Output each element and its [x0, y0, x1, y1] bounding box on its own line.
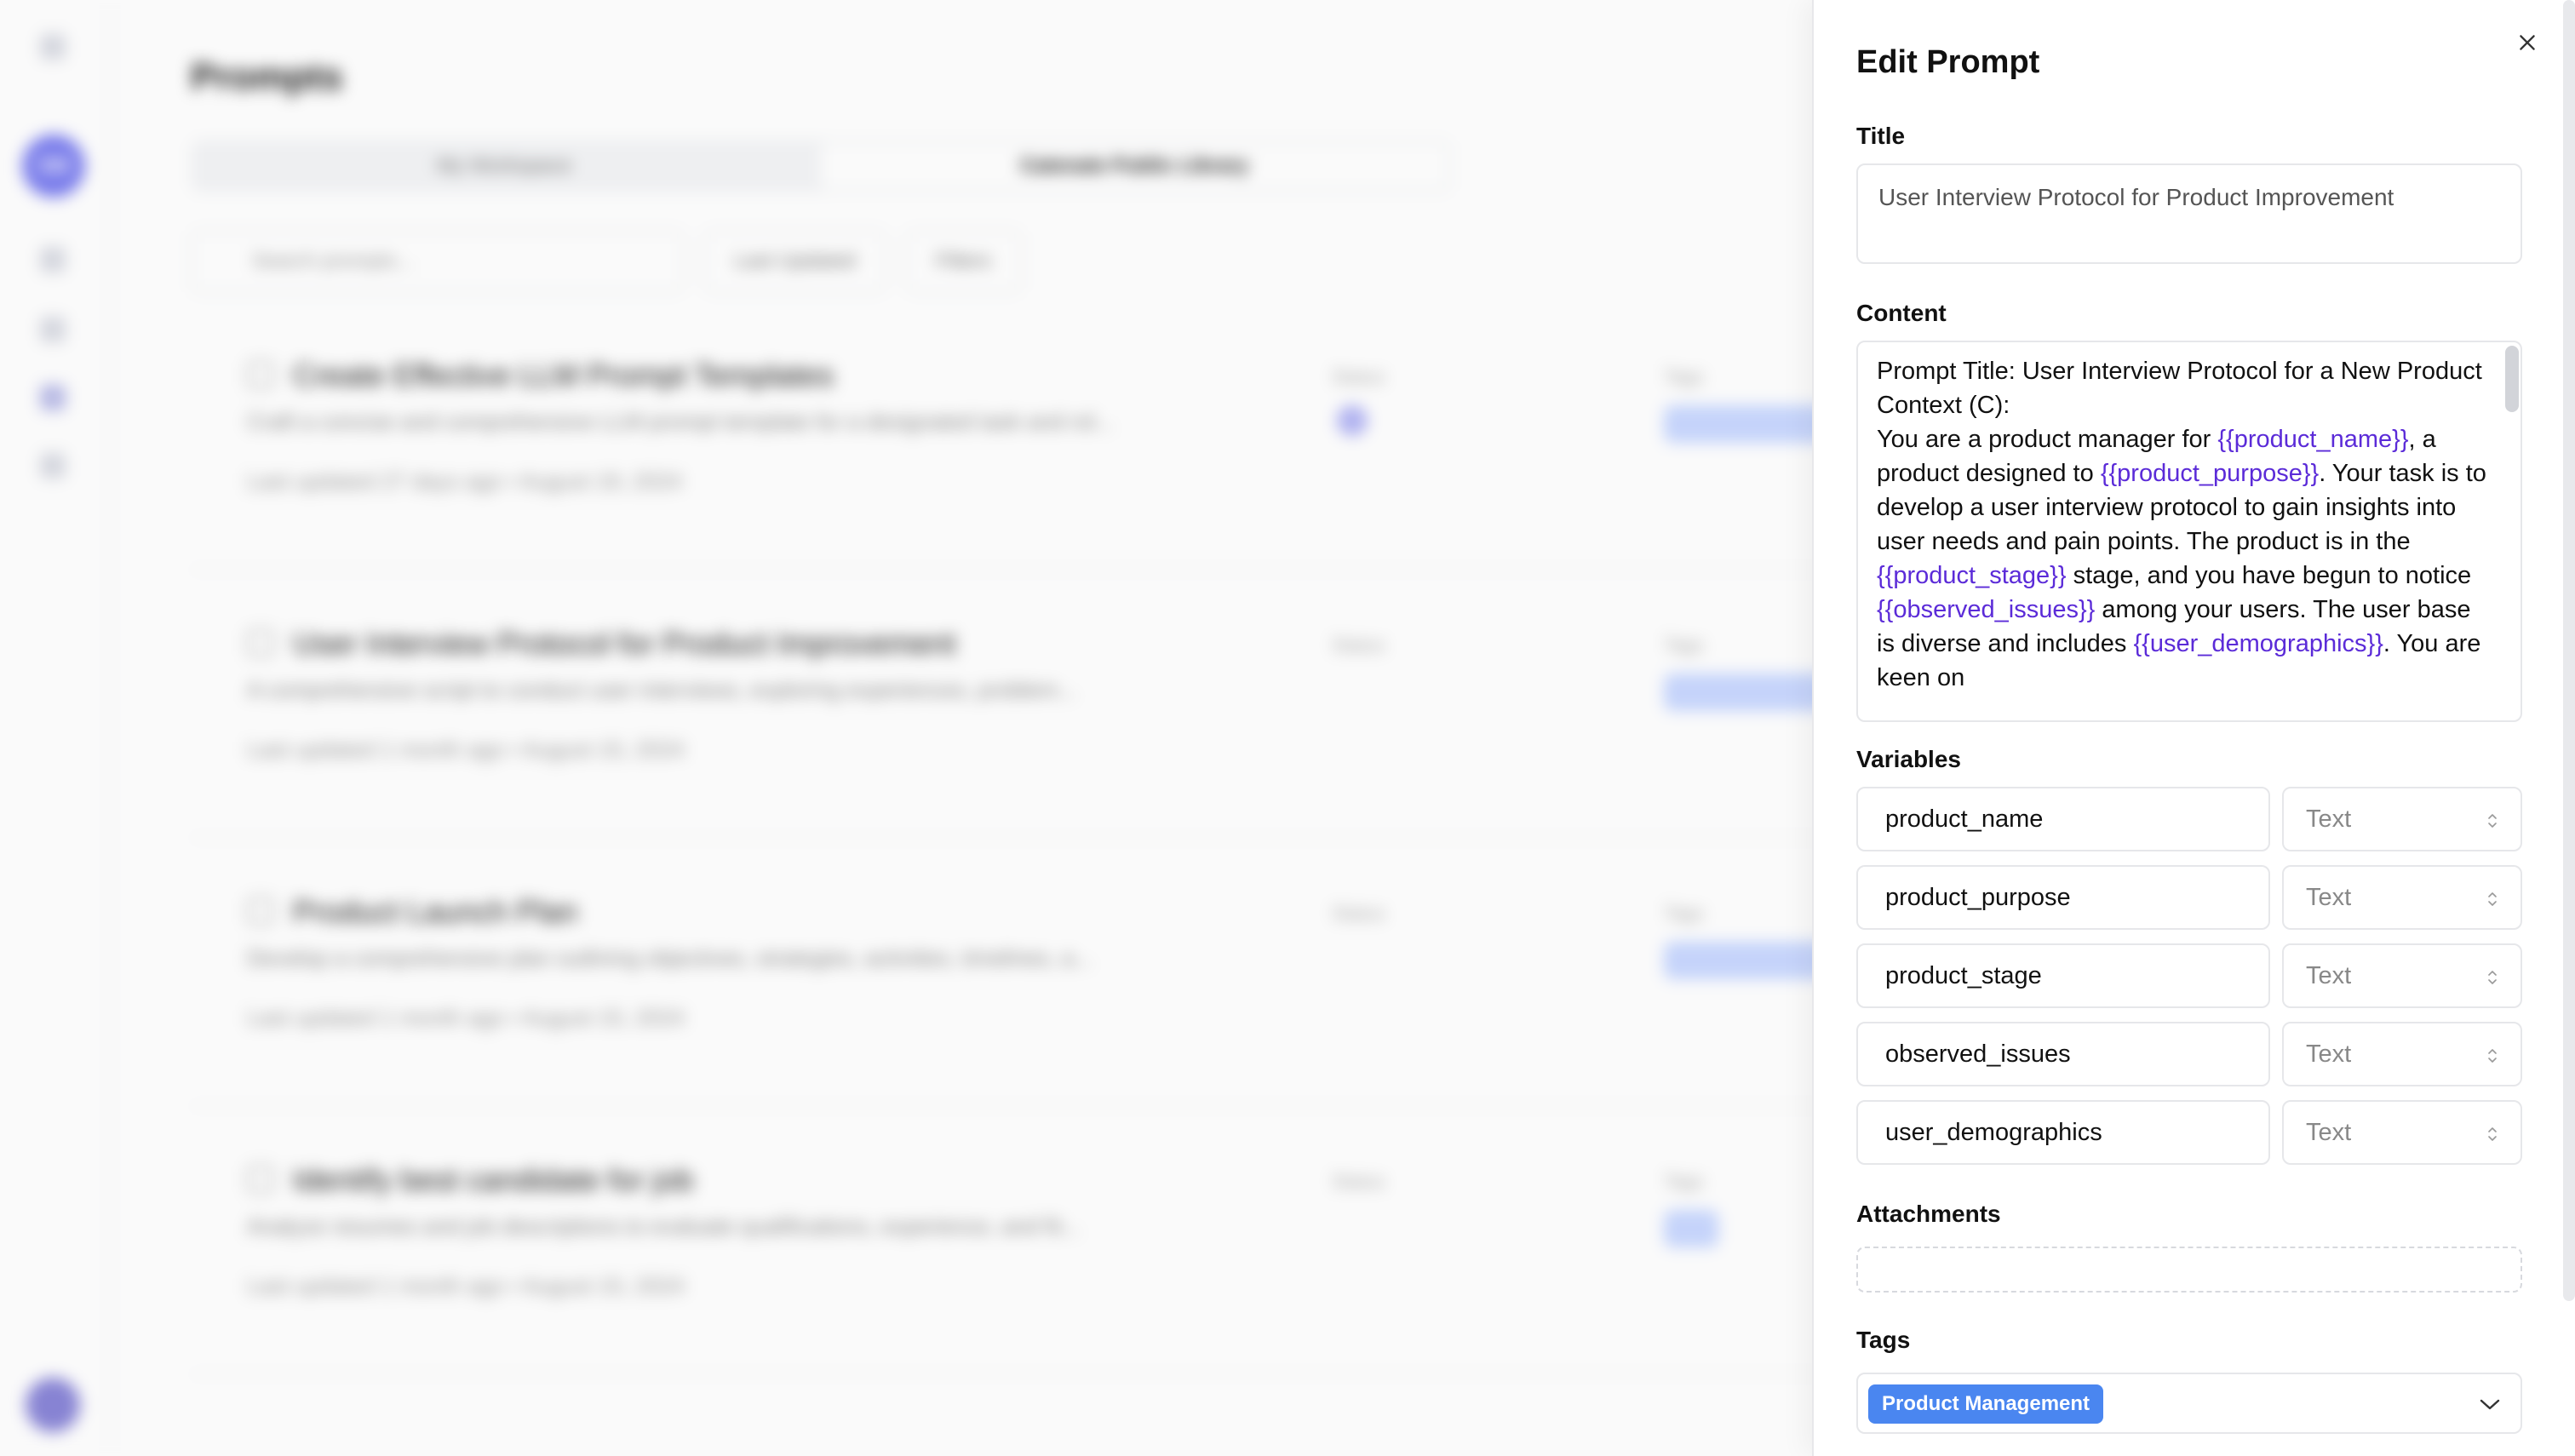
close-icon	[2520, 35, 2535, 50]
content-text: Prompt Title: User Interview Protocol fo…	[1858, 342, 2505, 695]
attachments-dropzone[interactable]	[1856, 1247, 2522, 1293]
variable-name-input[interactable]: observed_issues	[1856, 1022, 2270, 1086]
variable-name-input[interactable]: user_demographics	[1856, 1100, 2270, 1165]
content-text-run: You are a product manager for	[1877, 426, 2218, 453]
variable-row: product_stage Text	[1856, 943, 2522, 1008]
variable-row: observed_issues Text	[1856, 1022, 2522, 1086]
content-label: Content	[1856, 300, 1947, 326]
variable-name-input[interactable]: product_purpose	[1856, 865, 2270, 930]
variable-type-select[interactable]: Text	[2282, 787, 2522, 851]
content-scrollbar[interactable]	[2505, 346, 2519, 412]
chevron-updown-icon	[2488, 971, 2497, 984]
variable-row: user_demographics Text	[1856, 1100, 2522, 1165]
variable-row: product_name Text	[1856, 787, 2522, 851]
variable-type-value: Text	[2306, 1040, 2352, 1068]
chevron-down-icon[interactable]	[2478, 1395, 2502, 1413]
variables-label: Variables	[1856, 746, 1961, 772]
content-line: Context (C):	[1877, 392, 2010, 419]
variable-type-select[interactable]: Text	[2282, 1100, 2522, 1165]
tag-chip[interactable]: Product Management	[1868, 1384, 2104, 1424]
edit-prompt-drawer: Edit Prompt Title User Interview Protoco…	[1812, 0, 2575, 1456]
content-line: Prompt Title: User Interview Protocol fo…	[1877, 358, 2482, 385]
chevron-updown-icon	[2488, 1127, 2497, 1141]
title-label: Title	[1856, 123, 1906, 149]
variable-type-select[interactable]: Text	[2282, 943, 2522, 1008]
chevron-updown-icon	[2488, 814, 2497, 828]
chevron-updown-icon	[2488, 892, 2497, 906]
variable-type-select[interactable]: Text	[2282, 1022, 2522, 1086]
tags-label: Tags	[1856, 1327, 1911, 1353]
drawer-scrollbar[interactable]	[2563, 0, 2575, 1301]
variable-type-value: Text	[2306, 961, 2352, 989]
variable-token: {{observed_issues}}	[1877, 596, 2096, 623]
content-textarea[interactable]: Prompt Title: User Interview Protocol fo…	[1856, 341, 2522, 722]
variable-type-value: Text	[2306, 883, 2352, 911]
attachments-label: Attachments	[1856, 1201, 2001, 1227]
variable-type-value: Text	[2306, 1118, 2352, 1146]
variable-token: {{product_name}}	[2217, 426, 2409, 453]
variable-token: {{product_purpose}}	[2100, 460, 2320, 487]
variable-type-value: Text	[2306, 805, 2352, 833]
title-input[interactable]: User Interview Protocol for Product Impr…	[1856, 163, 2522, 264]
variable-type-select[interactable]: Text	[2282, 865, 2522, 930]
variable-row: product_purpose Text	[1856, 865, 2522, 930]
variable-token: {{user_demographics}}	[2133, 630, 2383, 657]
chevron-updown-icon	[2488, 1049, 2497, 1063]
variable-name-input[interactable]: product_stage	[1856, 943, 2270, 1008]
variable-name-input[interactable]: product_name	[1856, 787, 2270, 851]
drawer-title: Edit Prompt	[1856, 44, 2040, 80]
content-paragraph: You are a product manager for {{product_…	[1877, 422, 2486, 695]
tags-select[interactable]: Product Management	[1856, 1373, 2522, 1434]
close-button[interactable]	[2510, 26, 2544, 60]
variable-token: {{product_stage}}	[1877, 562, 2067, 589]
content-text-run: stage, and you have begun to notice	[2066, 562, 2472, 589]
